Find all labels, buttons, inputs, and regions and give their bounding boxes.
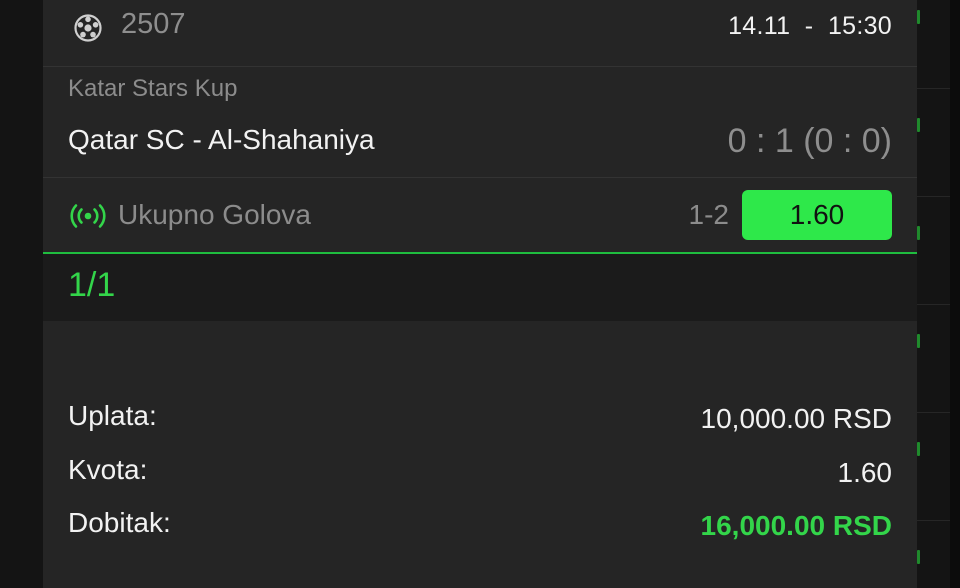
odds-label: Kvota: [68,454,148,485]
status-marker [917,442,920,456]
status-marker [917,118,920,132]
win-value: 16,000.00 RSD [700,510,892,541]
live-broadcast-icon [70,204,106,228]
right-background [917,0,960,588]
win-label: Dobitak: [68,507,171,538]
status-marker [917,334,920,348]
ticket-header: 2507 14.11 - 15:30 [43,0,917,67]
status-marker [917,10,920,24]
soccer-ball-icon [74,14,102,42]
left-background [0,0,43,588]
league-name: Katar Stars Kup [68,75,238,102]
match-teams: Qatar SC - Al-Shahaniya [68,124,375,155]
odd-button[interactable]: 1.60 [742,190,892,240]
status-marker [917,226,920,240]
match-date: 14.11 [728,12,791,40]
screen-edge [950,0,960,588]
bet-pick: 1-2 [688,199,729,230]
bet-market: Ukupno Golova [118,199,312,230]
datetime-separator: - [804,12,814,40]
ticket-id: 2507 [121,8,186,40]
combination-count: 1/1 [68,266,116,304]
match-score: 0 : 1 (0 : 0) [727,122,892,160]
stake-value: 10,000.00 RSD [700,403,892,434]
stake-label: Uplata: [68,400,157,431]
match-datetime: 14.11 - 15:30 [728,12,892,41]
match-info: Katar Stars Kup Qatar SC - Al-Shahaniya … [43,67,917,178]
ticket-card[interactable]: 2507 14.11 - 15:30 Katar Stars Kup Qatar… [43,0,917,588]
bet-selection: Ukupno Golova 1-2 1.60 [43,178,917,254]
odds-value: 1.60 [837,457,893,488]
combination-row: 1/1 [43,254,917,321]
match-time: 15:30 [827,12,892,40]
status-marker [917,550,920,564]
